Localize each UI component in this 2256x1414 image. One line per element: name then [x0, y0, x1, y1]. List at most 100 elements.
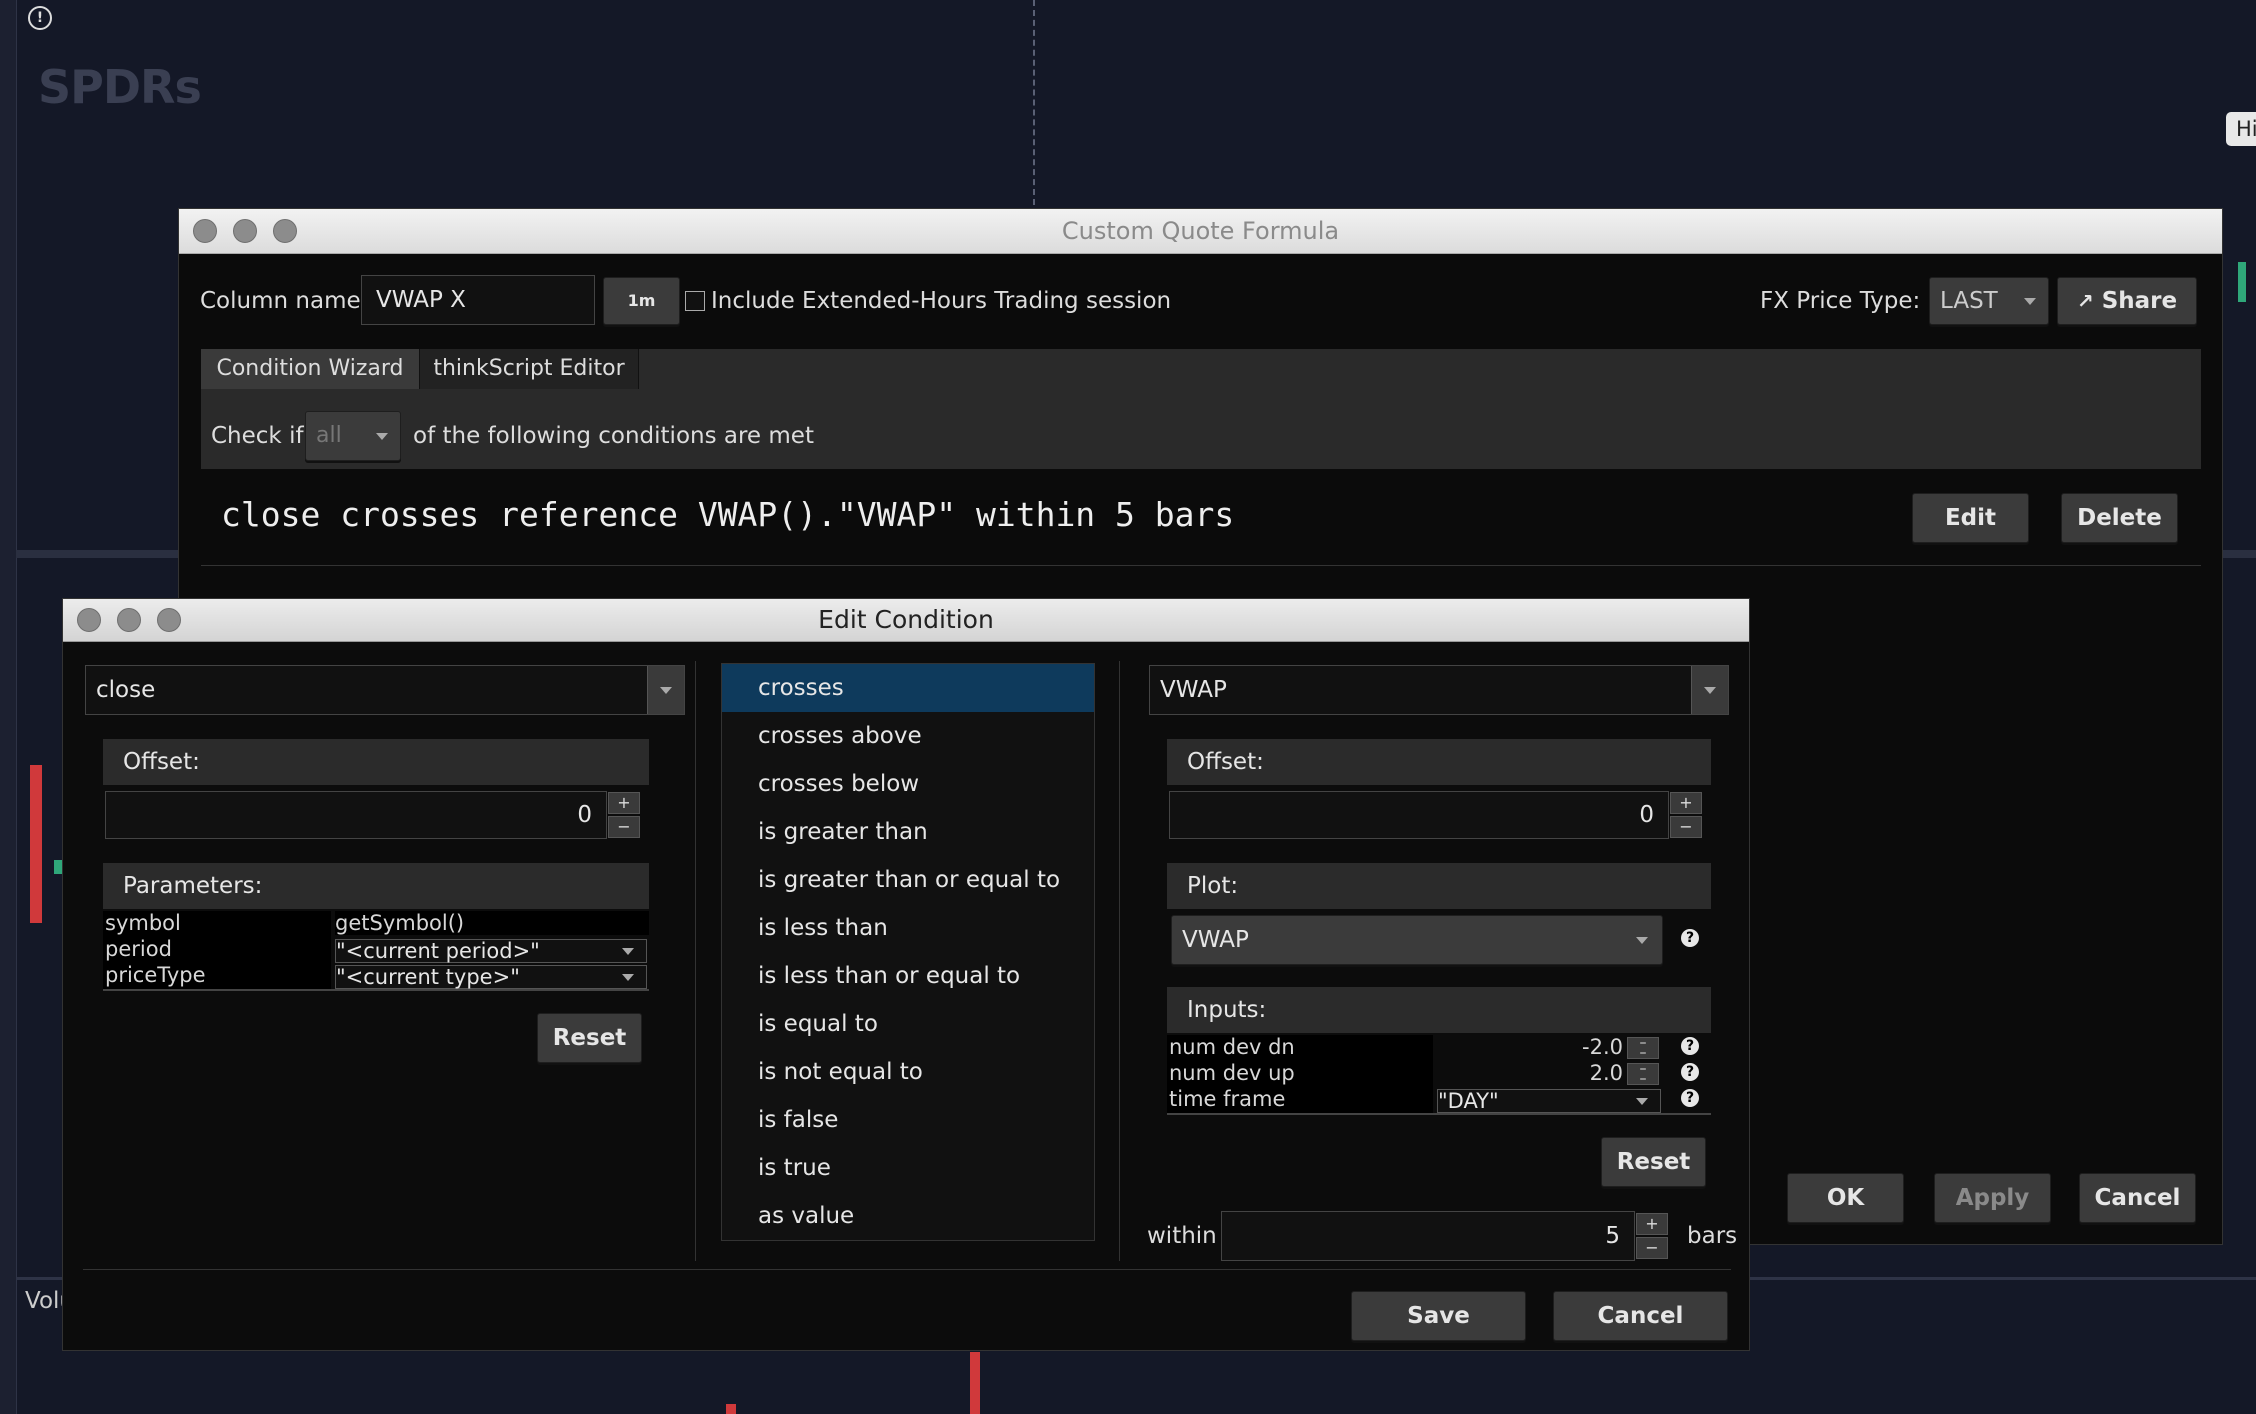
share-button[interactable]: ↗ Share	[2057, 277, 2197, 325]
increment-icon[interactable]: +	[608, 792, 640, 814]
operator-item-not-equal[interactable]: is not equal to	[722, 1048, 1094, 1096]
operator-item-equal[interactable]: is equal to	[722, 1000, 1094, 1048]
condition-text[interactable]: close crosses reference VWAP()."VWAP" wi…	[221, 495, 1234, 534]
apply-button[interactable]: Apply	[1934, 1173, 2051, 1223]
check-if-value: all	[316, 423, 342, 448]
help-icon[interactable]: ?	[1681, 1063, 1699, 1081]
input-name: num dev dn	[1169, 1035, 1295, 1059]
input-value[interactable]: -2.0	[1437, 1035, 1623, 1059]
param-value: "<current type>"	[336, 965, 520, 989]
param-name: period	[105, 937, 172, 961]
left-offset-input[interactable]: 0	[105, 791, 607, 839]
param-name: symbol	[105, 911, 181, 935]
operator-item-as-value[interactable]: as value	[722, 1192, 1094, 1240]
decrement-icon[interactable]: −	[1636, 1237, 1668, 1259]
save-button[interactable]: Save	[1351, 1291, 1526, 1341]
decrement-icon[interactable]: −	[608, 816, 640, 838]
plot-header: Plot:	[1167, 863, 1711, 909]
share-label: Share	[2101, 288, 2178, 314]
left-study-dropdown[interactable]	[647, 666, 684, 714]
within-label: within	[1147, 1223, 1217, 1249]
operator-item-crosses-above[interactable]: crosses above	[722, 712, 1094, 760]
param-value: getSymbol()	[335, 911, 649, 935]
operator-item-less-or-equal[interactable]: is less than or equal to	[722, 952, 1094, 1000]
param-value-select[interactable]: "<current period>"	[335, 939, 647, 963]
fx-price-type-select[interactable]: LAST	[1929, 277, 2049, 325]
check-if-select[interactable]: all	[305, 411, 401, 461]
right-divider	[1119, 661, 1120, 1261]
chevron-down-icon	[622, 974, 634, 981]
delete-button[interactable]: Delete	[2061, 493, 2178, 543]
decrement-icon[interactable]: −	[1670, 816, 1702, 838]
left-reset-button[interactable]: Reset	[537, 1013, 642, 1063]
input-value-select[interactable]: "DAY"	[1437, 1089, 1661, 1113]
right-offset-stepper[interactable]: + −	[1670, 792, 1702, 840]
operator-item-less-than[interactable]: is less than	[722, 904, 1094, 952]
input-value-text: "DAY"	[1438, 1089, 1499, 1113]
operator-item-greater-or-equal[interactable]: is greater than or equal to	[722, 856, 1094, 904]
inputs-header: Inputs:	[1167, 987, 1711, 1033]
extended-hours-checkbox[interactable]	[685, 291, 705, 311]
operator-item-greater-than[interactable]: is greater than	[722, 808, 1094, 856]
candle-green	[54, 860, 62, 874]
right-study-select[interactable]: VWAP	[1149, 665, 1729, 715]
column-name-label: Column name:	[200, 288, 369, 314]
plot-select[interactable]: VWAP	[1171, 915, 1663, 965]
input-stepper[interactable]: – –	[1627, 1036, 1659, 1060]
input-value[interactable]: 2.0	[1437, 1061, 1623, 1085]
aggregation-button[interactable]: 1m	[603, 277, 680, 325]
share-icon: ↗	[2076, 289, 2094, 313]
conditions-met-label: of the following conditions are met	[413, 423, 814, 449]
right-study-dropdown[interactable]	[1691, 666, 1728, 714]
left-edge-bar	[0, 0, 17, 1414]
hi-button[interactable]: Hi	[2226, 112, 2256, 146]
edit-cancel-button[interactable]: Cancel	[1553, 1291, 1728, 1341]
right-study-value: VWAP	[1160, 677, 1227, 703]
column-name-input[interactable]: VWAP X	[361, 275, 595, 325]
candle-red-bottom	[970, 1352, 980, 1414]
right-reset-button[interactable]: Reset	[1601, 1137, 1706, 1187]
chevron-down-icon	[2024, 298, 2036, 305]
tab-condition-wizard[interactable]: Condition Wizard	[201, 349, 420, 389]
chevron-down-icon	[1636, 1098, 1648, 1105]
ok-button[interactable]: OK	[1787, 1173, 1904, 1223]
fx-price-type-value: LAST	[1940, 288, 1998, 314]
tab-thinkscript-editor[interactable]: thinkScript Editor	[420, 349, 639, 389]
param-value: "<current period>"	[336, 939, 540, 963]
within-input[interactable]: 5	[1221, 1211, 1635, 1261]
operator-item-crosses[interactable]: crosses	[722, 664, 1094, 712]
operator-item-crosses-below[interactable]: crosses below	[722, 760, 1094, 808]
left-offset-stepper[interactable]: + −	[608, 792, 640, 840]
chevron-down-icon	[1704, 687, 1716, 694]
candle-red	[30, 765, 42, 923]
left-study-value: close	[96, 677, 156, 703]
input-name: time frame	[1169, 1087, 1286, 1111]
cqf-cancel-button[interactable]: Cancel	[2079, 1173, 2196, 1223]
footer-divider	[83, 1269, 1731, 1270]
cqf-titlebar: Custom Quote Formula	[179, 209, 2222, 254]
input-name: num dev up	[1169, 1061, 1295, 1085]
left-divider	[695, 661, 696, 1261]
inputs-table: num dev dn -2.0 – – num dev up 2.0 – – tim…	[1167, 1035, 1711, 1115]
operator-item-is-false[interactable]: is false	[722, 1096, 1094, 1144]
left-study-select[interactable]: close	[85, 665, 685, 715]
input-stepper[interactable]: – –	[1627, 1062, 1659, 1086]
operator-item-is-true[interactable]: is true	[722, 1144, 1094, 1192]
parameters-header: Parameters:	[103, 863, 649, 909]
help-icon[interactable]: ?	[1681, 1037, 1699, 1055]
param-value-select[interactable]: "<current type>"	[335, 965, 647, 989]
within-stepper[interactable]: + −	[1636, 1213, 1668, 1261]
right-offset-input[interactable]: 0	[1169, 791, 1669, 839]
right-offset-header: Offset:	[1167, 739, 1711, 785]
increment-icon[interactable]: +	[1636, 1213, 1668, 1235]
fx-price-type-label: FX Price Type:	[1760, 288, 1921, 314]
spdrs-logo: SPDRs	[38, 60, 202, 114]
info-icon[interactable]: !	[28, 6, 52, 30]
cqf-title: Custom Quote Formula	[1061, 217, 1340, 245]
input-value-text: -2.0	[1582, 1035, 1623, 1059]
check-if-label: Check if	[211, 423, 304, 449]
increment-icon[interactable]: +	[1670, 792, 1702, 814]
edit-button[interactable]: Edit	[1912, 493, 2029, 543]
help-icon[interactable]: ?	[1681, 1089, 1699, 1107]
help-icon[interactable]: ?	[1681, 929, 1699, 947]
